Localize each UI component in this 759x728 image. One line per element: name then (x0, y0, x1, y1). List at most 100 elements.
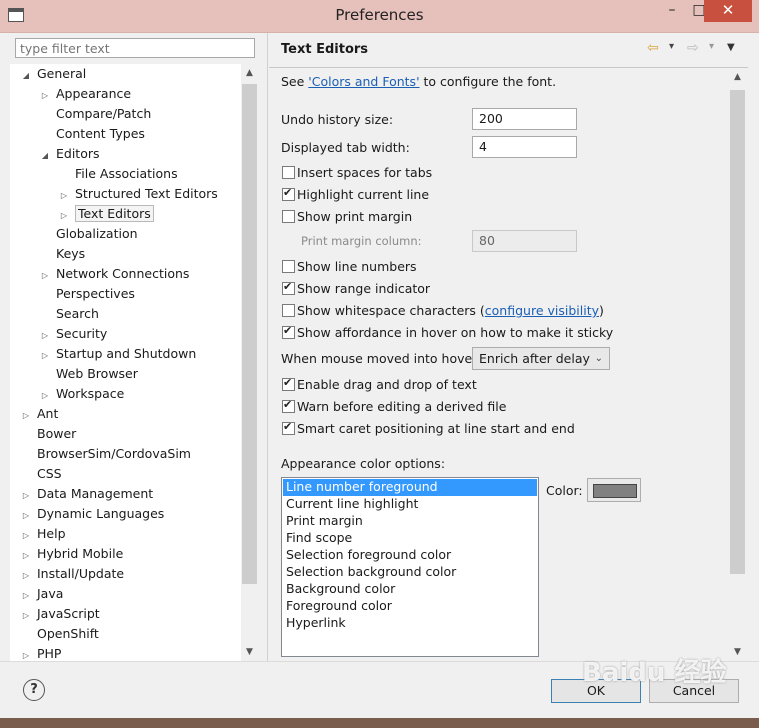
tree-item[interactable]: ◢ General (20, 64, 86, 84)
collapsed-twisty-icon[interactable]: ▷ (39, 346, 51, 365)
scroll-up-icon[interactable]: ▲ (729, 68, 746, 86)
color-option-item[interactable]: Background color (283, 581, 537, 598)
color-option-item[interactable]: Line number foreground (283, 479, 537, 496)
tree-item[interactable]: Globalization (39, 224, 138, 244)
minimize-button[interactable]: – (657, 0, 687, 22)
tree-item[interactable]: ▷ Install/Update (20, 564, 124, 584)
tree-item[interactable]: ▷ Dynamic Languages (20, 504, 164, 524)
tree-item[interactable]: ▷ Startup and Shutdown (39, 344, 196, 364)
tree-item[interactable]: ▷ Network Connections (39, 264, 189, 284)
color-option-item[interactable]: Hyperlink (283, 615, 537, 632)
collapsed-twisty-icon[interactable]: ▷ (39, 266, 51, 285)
pane-divider[interactable] (267, 33, 268, 661)
expanded-twisty-icon[interactable]: ◢ (39, 146, 51, 165)
hover-select[interactable]: Enrich after delay ⌄ (472, 347, 610, 370)
collapsed-twisty-icon[interactable]: ▷ (39, 86, 51, 105)
forward-menu-icon[interactable]: ▾ (709, 41, 714, 52)
color-option-item[interactable]: Find scope (283, 530, 537, 547)
color-options-list[interactable]: Line number foreground Current line highl… (281, 477, 539, 657)
scroll-down-icon[interactable]: ▼ (729, 643, 746, 661)
tree-item-label: PHP (37, 646, 62, 661)
color-option-item[interactable]: Foreground color (283, 598, 537, 615)
page-scrollbar[interactable]: ▲ ▼ (729, 68, 746, 661)
tree-item-label: JavaScript (37, 606, 100, 621)
color-option-item[interactable]: Print margin (283, 513, 537, 530)
tree-item[interactable]: File Associations (58, 164, 178, 184)
tree-item[interactable]: Keys (39, 244, 85, 264)
forward-arrow-icon[interactable]: ⇨ (687, 40, 699, 56)
tree-item-label: Startup and Shutdown (56, 346, 197, 361)
tree-item[interactable]: BrowserSim/CordovaSim (20, 444, 191, 464)
tab-width-input[interactable]: 4 (472, 136, 577, 158)
tree-item[interactable]: Perspectives (39, 284, 135, 304)
preferences-tree[interactable]: ◢ General ▷ Appearance Compare/Patch Content … (10, 64, 258, 661)
tree-scrollbar[interactable]: ▲ ▼ (241, 64, 258, 661)
tree-item[interactable]: Content Types (39, 124, 145, 144)
expanded-twisty-icon[interactable]: ◢ (20, 66, 32, 85)
tree-item[interactable]: OpenShift (20, 624, 99, 644)
tree-item[interactable]: ▷ Help (20, 524, 66, 544)
drag-drop-checkbox[interactable] (282, 376, 295, 391)
whitespace-checkbox[interactable] (282, 304, 295, 317)
collapsed-twisty-icon[interactable]: ▷ (20, 506, 32, 525)
collapsed-twisty-icon[interactable]: ▷ (20, 526, 32, 545)
tree-item[interactable]: CSS (20, 464, 62, 484)
collapsed-twisty-icon[interactable]: ▷ (39, 386, 51, 405)
color-option-item[interactable]: Selection background color (283, 564, 537, 581)
collapsed-twisty-icon[interactable]: ▷ (20, 546, 32, 565)
color-option-item[interactable]: Current line highlight (283, 496, 537, 513)
collapsed-twisty-icon[interactable]: ▷ (20, 646, 32, 661)
colors-and-fonts-link[interactable]: 'Colors and Fonts' (308, 74, 419, 89)
filter-input[interactable] (15, 38, 255, 58)
help-icon[interactable]: ? (23, 679, 45, 701)
tree-item[interactable]: Web Browser (39, 364, 138, 384)
collapsed-twisty-icon[interactable]: ▷ (20, 406, 32, 425)
close-button[interactable]: ✕ (704, 0, 752, 22)
tree-item[interactable]: ▷ Text Editors (58, 204, 154, 224)
collapsed-twisty-icon[interactable]: ▷ (58, 206, 70, 225)
tree-item[interactable]: ▷ PHP (20, 644, 62, 661)
view-menu-icon[interactable]: ▼ (727, 42, 735, 53)
scroll-up-icon[interactable]: ▲ (241, 64, 258, 82)
insert-spaces-checkbox[interactable] (282, 166, 295, 179)
tree-item[interactable]: Compare/Patch (39, 104, 151, 124)
tree-item[interactable]: ▷ Workspace (39, 384, 124, 404)
text-editors-page: See 'Colors and Fonts' to configure the … (269, 68, 729, 661)
tree-item[interactable]: ▷ JavaScript (20, 604, 100, 624)
scroll-thumb[interactable] (730, 90, 745, 574)
tree-item[interactable]: Search (39, 304, 99, 324)
undo-history-input[interactable]: 200 (472, 108, 577, 130)
smart-caret-checkbox[interactable] (282, 420, 295, 435)
tree-item[interactable]: ▷ Structured Text Editors (58, 184, 218, 204)
color-picker-button[interactable] (587, 478, 641, 502)
hover-select-value: Enrich after delay (479, 351, 590, 366)
scroll-thumb[interactable] (242, 84, 257, 584)
line-numbers-checkbox[interactable] (282, 260, 295, 273)
collapsed-twisty-icon[interactable]: ▷ (20, 586, 32, 605)
collapsed-twisty-icon[interactable]: ▷ (20, 566, 32, 585)
tree-item[interactable]: ▷ Appearance (39, 84, 131, 104)
affordance-checkbox[interactable] (282, 324, 295, 339)
print-margin-checkbox[interactable] (282, 210, 295, 223)
warn-derived-checkbox[interactable] (282, 398, 295, 413)
range-indicator-checkbox[interactable] (282, 280, 295, 295)
tree-item-label: Editors (56, 146, 100, 161)
tree-item[interactable]: ▷ Data Management (20, 484, 153, 504)
close-paren: ) (599, 303, 604, 318)
highlight-line-checkbox[interactable] (282, 186, 295, 201)
configure-visibility-link[interactable]: configure visibility (485, 303, 599, 318)
tree-item[interactable]: ▷ Security (39, 324, 107, 344)
collapsed-twisty-icon[interactable]: ▷ (58, 186, 70, 205)
tree-item[interactable]: ▷ Ant (20, 404, 58, 424)
tree-item[interactable]: ▷ Java (20, 584, 63, 604)
color-option-item[interactable]: Selection foreground color (283, 547, 537, 564)
tree-item[interactable]: ▷ Hybrid Mobile (20, 544, 123, 564)
collapsed-twisty-icon[interactable]: ▷ (20, 606, 32, 625)
back-arrow-icon[interactable]: ⇦ (647, 40, 659, 56)
collapsed-twisty-icon[interactable]: ▷ (20, 486, 32, 505)
collapsed-twisty-icon[interactable]: ▷ (39, 326, 51, 345)
back-menu-icon[interactable]: ▾ (669, 41, 674, 52)
tree-item[interactable]: Bower (20, 424, 76, 444)
scroll-down-icon[interactable]: ▼ (241, 643, 258, 661)
tree-item[interactable]: ◢ Editors (39, 144, 100, 164)
